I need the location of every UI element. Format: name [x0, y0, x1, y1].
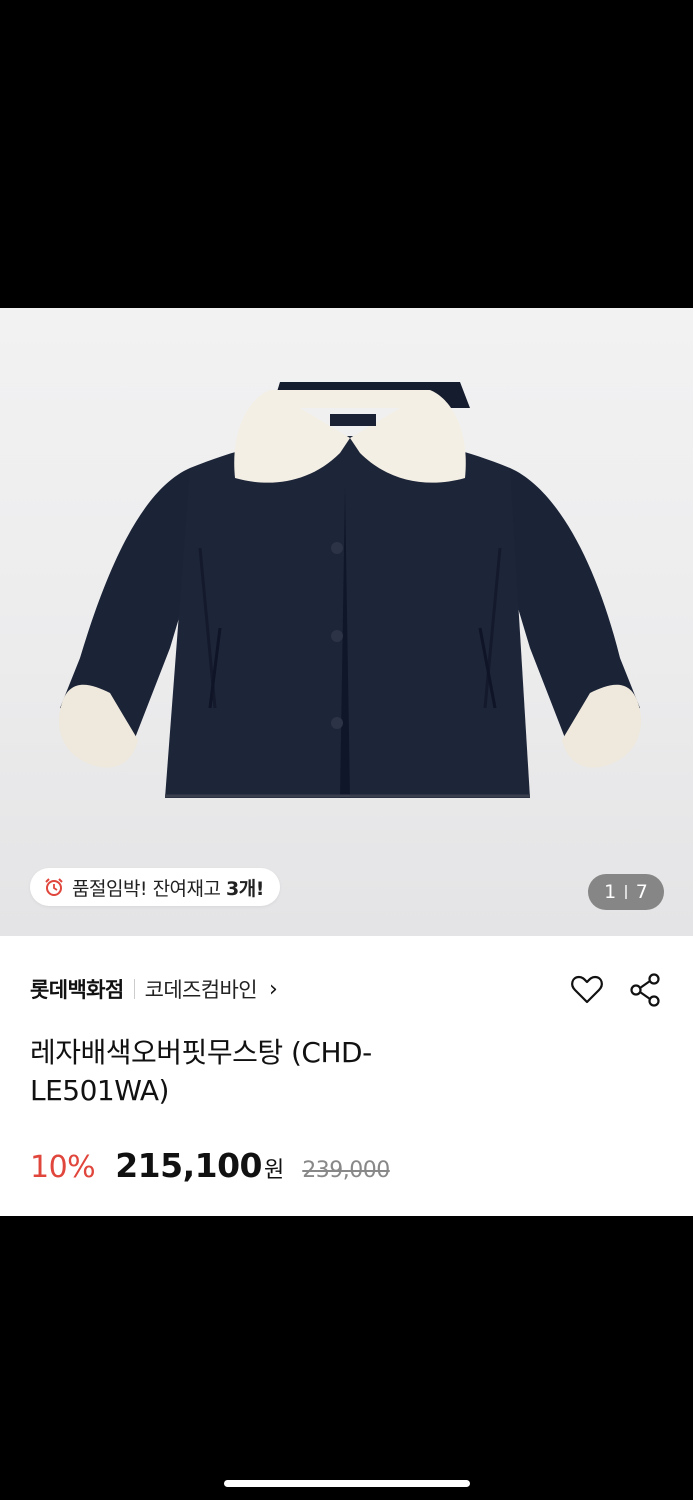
currency-unit: 원	[264, 1158, 285, 1183]
brand-row[interactable]: 롯데백화점 코데즈컴바인 ›	[30, 974, 278, 1004]
product-title: 레자배색오버핏무스탕 (CHD-LE501WA)	[30, 1036, 372, 1107]
stock-alert-label: 품절임박! 잔여재고	[72, 877, 227, 900]
stock-alert-badge: 품절임박! 잔여재고 3개!	[30, 868, 280, 906]
total-pages: 7	[635, 881, 648, 903]
chevron-right-icon[interactable]: ›	[269, 977, 278, 1002]
brand-divider	[133, 979, 135, 999]
discount-rate: 10%	[30, 1150, 96, 1185]
top-black-area	[0, 0, 693, 308]
heart-icon[interactable]	[569, 972, 605, 1008]
price-row: 10% 215,100 원 239,000	[30, 1146, 390, 1185]
product-image-gallery[interactable]: 품절임박! 잔여재고 3개! 1 7	[0, 308, 693, 936]
home-indicator[interactable]	[224, 1480, 470, 1487]
store-name[interactable]: 롯데백화점	[30, 974, 124, 1004]
stock-count: 3개!	[226, 877, 264, 900]
product-info: 롯데백화점 코데즈컴바인 › 레자배색오버핏무스탕 (CHD-LE501WA) …	[0, 936, 693, 1216]
original-price: 239,000	[302, 1158, 390, 1183]
share-icon[interactable]	[628, 972, 664, 1008]
image-page-indicator: 1 7	[588, 874, 664, 910]
alarm-clock-icon	[45, 878, 63, 896]
product-image	[58, 382, 642, 798]
sale-price: 215,100	[115, 1146, 262, 1185]
page-separator	[625, 885, 627, 899]
current-page: 1	[604, 881, 617, 903]
brand-name[interactable]: 코데즈컴바인	[145, 974, 258, 1004]
stock-alert-text: 품절임박! 잔여재고 3개!	[72, 874, 264, 901]
